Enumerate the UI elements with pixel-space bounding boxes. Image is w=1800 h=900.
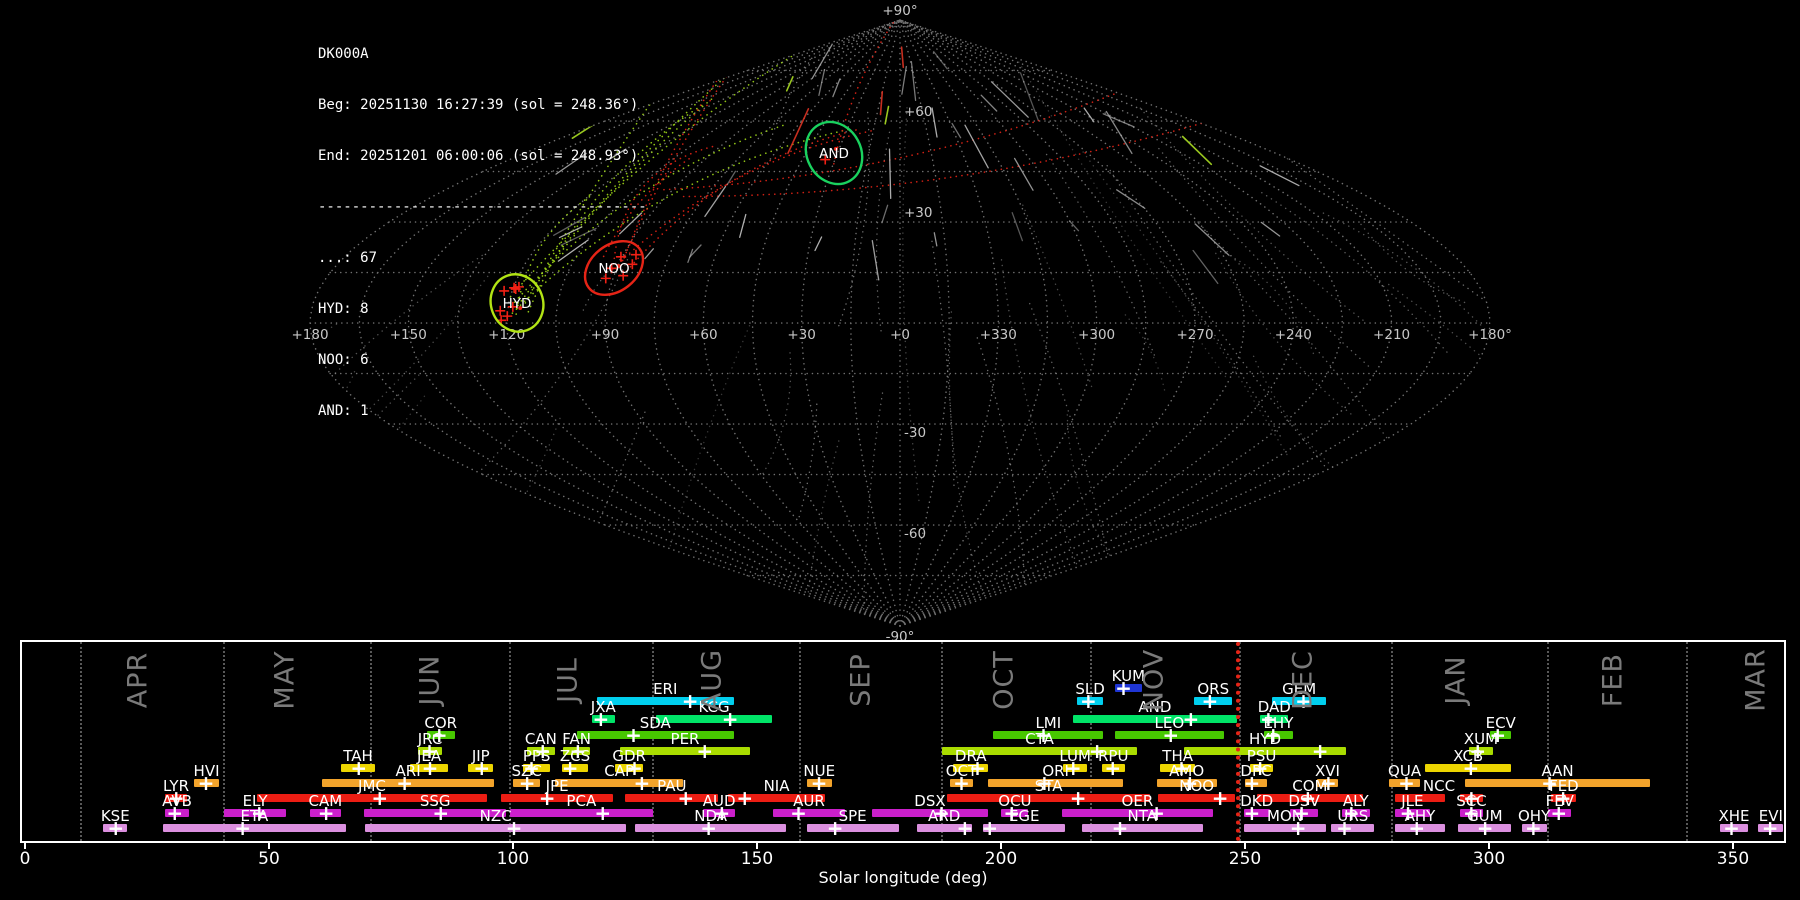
shower-peak-nta: +	[1111, 816, 1129, 840]
month-label: JUL	[552, 657, 584, 703]
shower-peak-pca: +	[594, 801, 612, 825]
shower-peak-tah: +	[350, 756, 368, 780]
shower-peak-hyd: +	[1311, 739, 1329, 763]
x-axis-title: Solar longitude (deg)	[818, 868, 988, 887]
shower-label-hyd: HYD	[1249, 730, 1281, 748]
shower-peak-oct: +	[953, 771, 970, 795]
lon-label: +60	[689, 327, 718, 343]
shower-peak-sda: +	[625, 723, 642, 747]
shower-peak-zcs: +	[561, 756, 579, 780]
shower-peak-rpu: +	[1104, 756, 1122, 780]
month-label: JAN	[1440, 655, 1472, 705]
station-code: DK000A	[318, 46, 369, 62]
shower-peak-nue: +	[810, 771, 828, 795]
shower-peak-ohy: +	[1525, 816, 1542, 840]
lat-label: -30	[904, 425, 926, 441]
shower-peak-aur: +	[790, 801, 807, 825]
shower-peak-cam: +	[317, 801, 335, 825]
shower-bar-spe	[806, 824, 899, 832]
month-label: FEB	[1597, 652, 1629, 708]
shower-peak-jxa: +	[592, 707, 610, 731]
lon-label: +210	[1373, 327, 1410, 343]
count-and: AND: 1	[318, 403, 369, 419]
count-noo: NOO: 6	[318, 352, 369, 368]
shower-label-eta: ETA	[240, 807, 269, 825]
axis-tick-label: 350	[1716, 849, 1750, 869]
shower-peak-nda: +	[700, 816, 718, 840]
lon-label: +330	[980, 327, 1017, 343]
shower-peak-jmc: +	[371, 786, 389, 810]
month-label: JUN	[414, 654, 446, 706]
shower-label-cta: CTA	[1025, 730, 1054, 748]
shower-peak-jip: +	[473, 756, 491, 780]
shower-peak-ard: +	[956, 816, 974, 840]
app-root: +180 +150 +120 +90 +60 +30 +0 +330 +300 +270 +240 +…	[0, 0, 1800, 900]
lon-label: +300	[1078, 327, 1115, 343]
shower-peak-kcg: +	[721, 707, 739, 731]
lon-label: +180°	[1468, 327, 1512, 343]
shower-bar-nta	[1081, 824, 1204, 832]
pole-label-top: +90°	[882, 3, 917, 19]
separator: ---------------------------------------	[318, 199, 647, 215]
month-label: DEC	[1287, 650, 1319, 710]
shower-peak-xcb: +	[1462, 756, 1480, 780]
shower-peak-sta: +	[1069, 786, 1087, 810]
month-label: OCT	[988, 650, 1020, 710]
axis-tick-label: 300	[1472, 849, 1506, 869]
axis-tick-label: 50	[258, 849, 280, 869]
shower-bar-eta	[163, 824, 346, 832]
lon-label: +30	[787, 327, 816, 343]
month-label: AUG	[696, 648, 728, 712]
shower-peak-ege: +	[981, 816, 999, 840]
count-hyd: HYD: 8	[318, 301, 369, 317]
shower-peak-per: +	[696, 739, 714, 763]
axis-tick-label: 250	[1228, 849, 1262, 869]
shower-bar-nzc	[365, 824, 627, 832]
axis-tick-label: 150	[740, 849, 774, 869]
month-label: SEP	[845, 653, 877, 707]
lon-label: +0	[890, 327, 910, 343]
shower-peak-ssg: +	[432, 801, 450, 825]
axis-tick-label: 0	[19, 849, 31, 869]
radiant-label-and: AND	[819, 146, 849, 162]
shower-peak-leo: +	[1162, 723, 1180, 747]
axis-tick-label: 100	[496, 849, 530, 869]
shower-peak-ahy: +	[1408, 816, 1426, 840]
month-label: NOV	[1138, 648, 1170, 712]
month-boundary-line	[1685, 642, 1688, 841]
shower-peak-dpc: +	[1243, 771, 1261, 795]
lon-label: +240	[1275, 327, 1312, 343]
shower-bar-pca	[509, 809, 654, 817]
shower-peak-kse: +	[107, 816, 125, 840]
end-time: End: 20251201 06:00:06 (sol = 248.93°)	[318, 148, 639, 164]
begin-time: Beg: 20251130 16:27:39 (sol = 248.36°)	[318, 97, 639, 113]
axis-tick-label: 200	[984, 849, 1018, 869]
lat-label: -60	[904, 526, 926, 542]
shower-label-mon: MON	[1267, 807, 1303, 825]
shower-peak-urs: +	[1336, 816, 1353, 840]
lat-label: +30	[904, 205, 933, 221]
shower-peak-gum: +	[1476, 816, 1494, 840]
shower-peak-avb: +	[166, 801, 184, 825]
shower-bar-mon	[1243, 824, 1327, 832]
month-label: MAR	[1740, 648, 1772, 712]
info-block: DK000A Beg: 20251130 16:27:39 (sol = 248…	[318, 12, 647, 454]
current-sol-line	[1236, 642, 1241, 841]
shower-peak-evi: +	[1761, 816, 1779, 840]
shower-peak-ors: +	[1201, 689, 1219, 713]
lat-label: +60	[904, 104, 933, 120]
sky-map: +180 +150 +120 +90 +60 +30 +0 +330 +300 +270 +240 +…	[291, 3, 1512, 640]
month-label: MAY	[269, 650, 301, 710]
shower-peak-eta: +	[234, 816, 252, 840]
pole-label-bottom: -90°	[886, 629, 915, 640]
shower-peak-mon: +	[1289, 816, 1307, 840]
shower-peak-nzc: +	[505, 816, 523, 840]
month-label: APR	[122, 651, 154, 709]
shower-peak-spe: +	[826, 816, 844, 840]
shower-peak-sld: +	[1079, 689, 1097, 713]
count-sporadic: ...: 67	[318, 250, 378, 266]
